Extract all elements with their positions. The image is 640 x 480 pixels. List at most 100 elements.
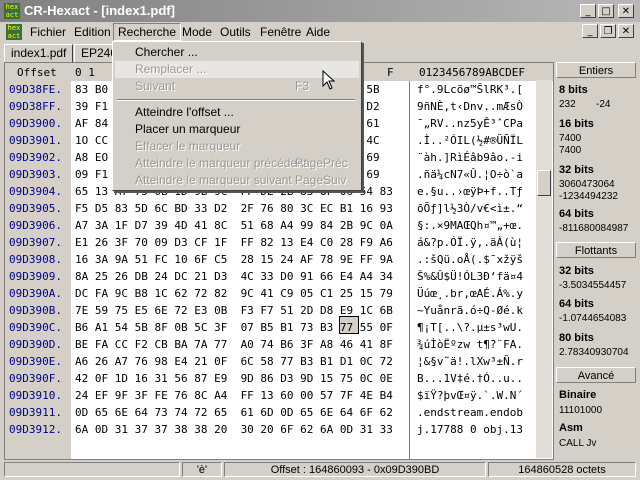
menu-marqueur-precedent[interactable]: Atteindre le marqueur précédent PagePréc (115, 155, 359, 172)
int16-label: 16 bits (559, 118, 594, 130)
row-hex-bytes[interactable]: DC FA 9C B8 1C 62 72 82 9C 41 C9 05 C1 2… (75, 285, 393, 302)
row-ascii[interactable]: ¨àh.]RìÉâb9âo.-i (417, 149, 523, 166)
float32-value: -3.5034554457 (559, 280, 627, 291)
menu-marqueur-suivant[interactable]: Atteindre le marqueur suivant PageSuiv (115, 172, 359, 189)
title-bar: hex act CR-Hexact - [index1.pdf] _ □ ✕ (0, 0, 640, 22)
row-hex-bytes[interactable]: 7E 59 75 E5 6E 72 E3 0B F3 F7 51 2D D8 E… (75, 302, 393, 319)
ascii-header: 0123456789ABCDEF (419, 66, 525, 79)
row-hex-bytes[interactable]: 6A 0D 31 37 37 38 38 20 30 20 6F 62 6A 0… (75, 421, 393, 438)
menu-atteindre-offset[interactable]: Atteindre l'offset ... (115, 104, 359, 121)
avance-header[interactable]: Avancé (556, 367, 636, 383)
row-offset: 09D3910. (9, 389, 62, 402)
row-ascii[interactable]: .:šQü.oÅ(.$¯xžÿš (417, 251, 523, 268)
tab-index1[interactable]: index1.pdf (4, 44, 74, 63)
menu-bar: hex act Fichier Edition Recherche Mode Ou… (0, 22, 640, 42)
close-button[interactable]: ✕ (618, 4, 634, 18)
menu-chercher[interactable]: Chercher ... (115, 44, 359, 61)
row-ascii[interactable]: ¶¡T[..\?.µ±s³wU. (417, 319, 523, 336)
status-bar: 'è' Offset : 164860093 - 0x09D390BD 1648… (0, 460, 640, 480)
menu-outils[interactable]: Outils (216, 24, 255, 40)
row-hex-bytes[interactable]: 16 3A 9A 51 FC 10 6F C5 28 15 24 AF 78 9… (75, 251, 393, 268)
flottants-header[interactable]: Flottants (556, 242, 636, 258)
row-offset: 09D3907. (9, 236, 62, 249)
mdi-close-button[interactable]: ✕ (618, 24, 634, 38)
row-hex-bytes[interactable]: E1 26 3F 70 09 D3 CF 1F FF 82 13 E4 C0 2… (75, 234, 393, 251)
menu-effacer-marqueur[interactable]: Effacer le marqueur (115, 138, 359, 155)
document-icon[interactable]: hex act (6, 24, 22, 40)
float80-value: 2.78340930704 (559, 347, 629, 358)
row-ascii[interactable]: .endstream.endob (417, 404, 523, 421)
row-ascii[interactable]: õÕƒ]l½3Ò/v€<ì±.“ (417, 200, 523, 217)
row-offset: 09D3903. (9, 168, 62, 181)
row-hex-bytes[interactable]: B6 A1 54 5B 8F 0B 5C 3F 07 B5 B1 73 B3 7… (75, 319, 393, 336)
row-ascii[interactable]: ~Yuånrã.ó÷Q-Øé.k (417, 302, 523, 319)
float64-value: -1.0744654083 (559, 313, 627, 324)
row-hex-bytes[interactable]: 24 EF 9F 3F FE 76 8C A4 FF 13 60 00 57 7… (75, 387, 393, 404)
menu-aide[interactable]: Aide (302, 24, 334, 40)
row-ascii[interactable]: §:.×9MAŒQh¤™„+œ. (417, 217, 523, 234)
row-ascii[interactable]: Š%&Û$Ü!ÓL3Ð‘fä¤4 (417, 268, 523, 285)
row-offset: 09D390D. (9, 338, 62, 351)
menu-mode[interactable]: Mode (178, 24, 216, 40)
scroll-thumb[interactable] (537, 170, 551, 196)
row-ascii[interactable]: 9ñNÈ,t‹Dnv..mÆsÒ (417, 98, 523, 115)
row-ascii[interactable]: f°.9Lcõø™ŠlRK³.[ (417, 81, 523, 98)
row-offset: 09D390E. (9, 355, 62, 368)
asm-value: CALL Jv (559, 438, 597, 449)
entiers-header[interactable]: Entiers (556, 62, 636, 78)
menu-recherche[interactable]: Recherche (113, 23, 182, 41)
row-offset: 09D3905. (9, 202, 62, 215)
value-inspector-panel: Entiers 8 bits 232 -24 16 bits 7400 7400… (556, 62, 636, 458)
row-hex-bytes[interactable]: A7 3A 1F D7 39 4D 41 8C 51 68 A4 99 84 2… (75, 217, 393, 234)
row-ascii[interactable]: .ñä¼cN7«Û.¦O÷ò`a (417, 166, 523, 183)
float32-label: 32 bits (559, 265, 594, 277)
row-ascii[interactable]: .Ì..²ÓIL(½#®ÜÑÏL (417, 132, 523, 149)
mdi-minimize-button[interactable]: _ (582, 24, 598, 38)
vertical-scrollbar[interactable] (536, 80, 552, 458)
row-offset: 09D38FF. (9, 100, 62, 113)
row-ascii[interactable]: ¾úÌòËºzw t¶?¨FA. (417, 336, 523, 353)
menu-placer-marqueur[interactable]: Placer un marqueur (115, 121, 359, 138)
menu-fenetre[interactable]: Fenêtre (256, 24, 305, 40)
row-ascii[interactable]: ¦&§v˜ä!.lXw³±Ñ.r (417, 353, 523, 370)
row-hex-bytes[interactable]: A6 26 A7 76 98 E4 21 0F 6C 58 77 B3 B1 D… (75, 353, 393, 370)
row-hex-bytes[interactable]: BE FA CC F2 CB BA 7A 77 A0 74 B6 3F A8 4… (75, 336, 393, 353)
float80-label: 80 bits (559, 332, 594, 344)
menu-edition[interactable]: Edition (70, 24, 115, 40)
int64-label: 64 bits (559, 208, 594, 220)
row-ascii[interactable]: $ïŸ?þvŒ¤ÿ.`.W.N´ (417, 387, 523, 404)
offset-header: Offset (17, 66, 57, 79)
maximize-button[interactable]: □ (598, 4, 614, 18)
row-hex-bytes[interactable]: 0D 65 6E 64 73 74 72 65 61 6D 0D 65 6E 6… (75, 404, 393, 421)
row-hex-bytes[interactable]: F5 D5 83 5D 6C BD 33 D2 2F 76 80 3C EC B… (75, 200, 393, 217)
row-offset: 09D3904. (9, 185, 62, 198)
int32-unsigned: 3060473064 (559, 179, 615, 190)
row-offset: 09D3912. (9, 423, 62, 436)
app-icon[interactable]: hex act (4, 3, 20, 19)
int32-label: 32 bits (559, 164, 594, 176)
row-ascii[interactable]: B...1V‡é.†Ó..u.. (417, 370, 523, 387)
status-size: 164860528 octets (488, 462, 636, 477)
row-ascii[interactable]: á&?p.ÓÏ.ÿ‚.äÀ(ù¦ (417, 234, 523, 251)
asm-label: Asm (559, 422, 583, 434)
binaire-label: Binaire (559, 389, 597, 401)
menu-separator (117, 99, 355, 101)
binaire-value: 11101000 (559, 405, 603, 416)
row-offset: 09D390A. (9, 287, 62, 300)
status-offset: Offset : 164860093 - 0x09D390BD (224, 462, 486, 477)
row-hex-bytes[interactable]: 8A 25 26 DB 24 DC 21 D3 4C 33 D0 91 66 E… (75, 268, 393, 285)
row-ascii[interactable]: Üúœ¸.br‚œAÉ.Á%.y (417, 285, 523, 302)
row-ascii[interactable]: j.17788 0 obj.13 (417, 421, 523, 438)
row-ascii[interactable]: ¯„RV..nz5yÊ³ˆCPa (417, 115, 523, 132)
menu-fichier[interactable]: Fichier (26, 24, 70, 40)
status-blank (4, 462, 180, 477)
row-ascii[interactable]: e.§u..›œÿÞ+f..Tƒ (417, 183, 523, 200)
row-hex-bytes[interactable]: 42 0F 1D 16 31 56 87 E9 9D 86 D3 9D 15 7… (75, 370, 393, 387)
ascii-separator (409, 81, 410, 459)
minimize-button[interactable]: _ (580, 4, 596, 18)
int8-label: 8 bits (559, 84, 588, 96)
row-offset: 09D3906. (9, 219, 62, 232)
mdi-restore-button[interactable]: ❐ (600, 24, 616, 38)
float64-label: 64 bits (559, 298, 594, 310)
int8-signed: -24 (596, 99, 611, 110)
